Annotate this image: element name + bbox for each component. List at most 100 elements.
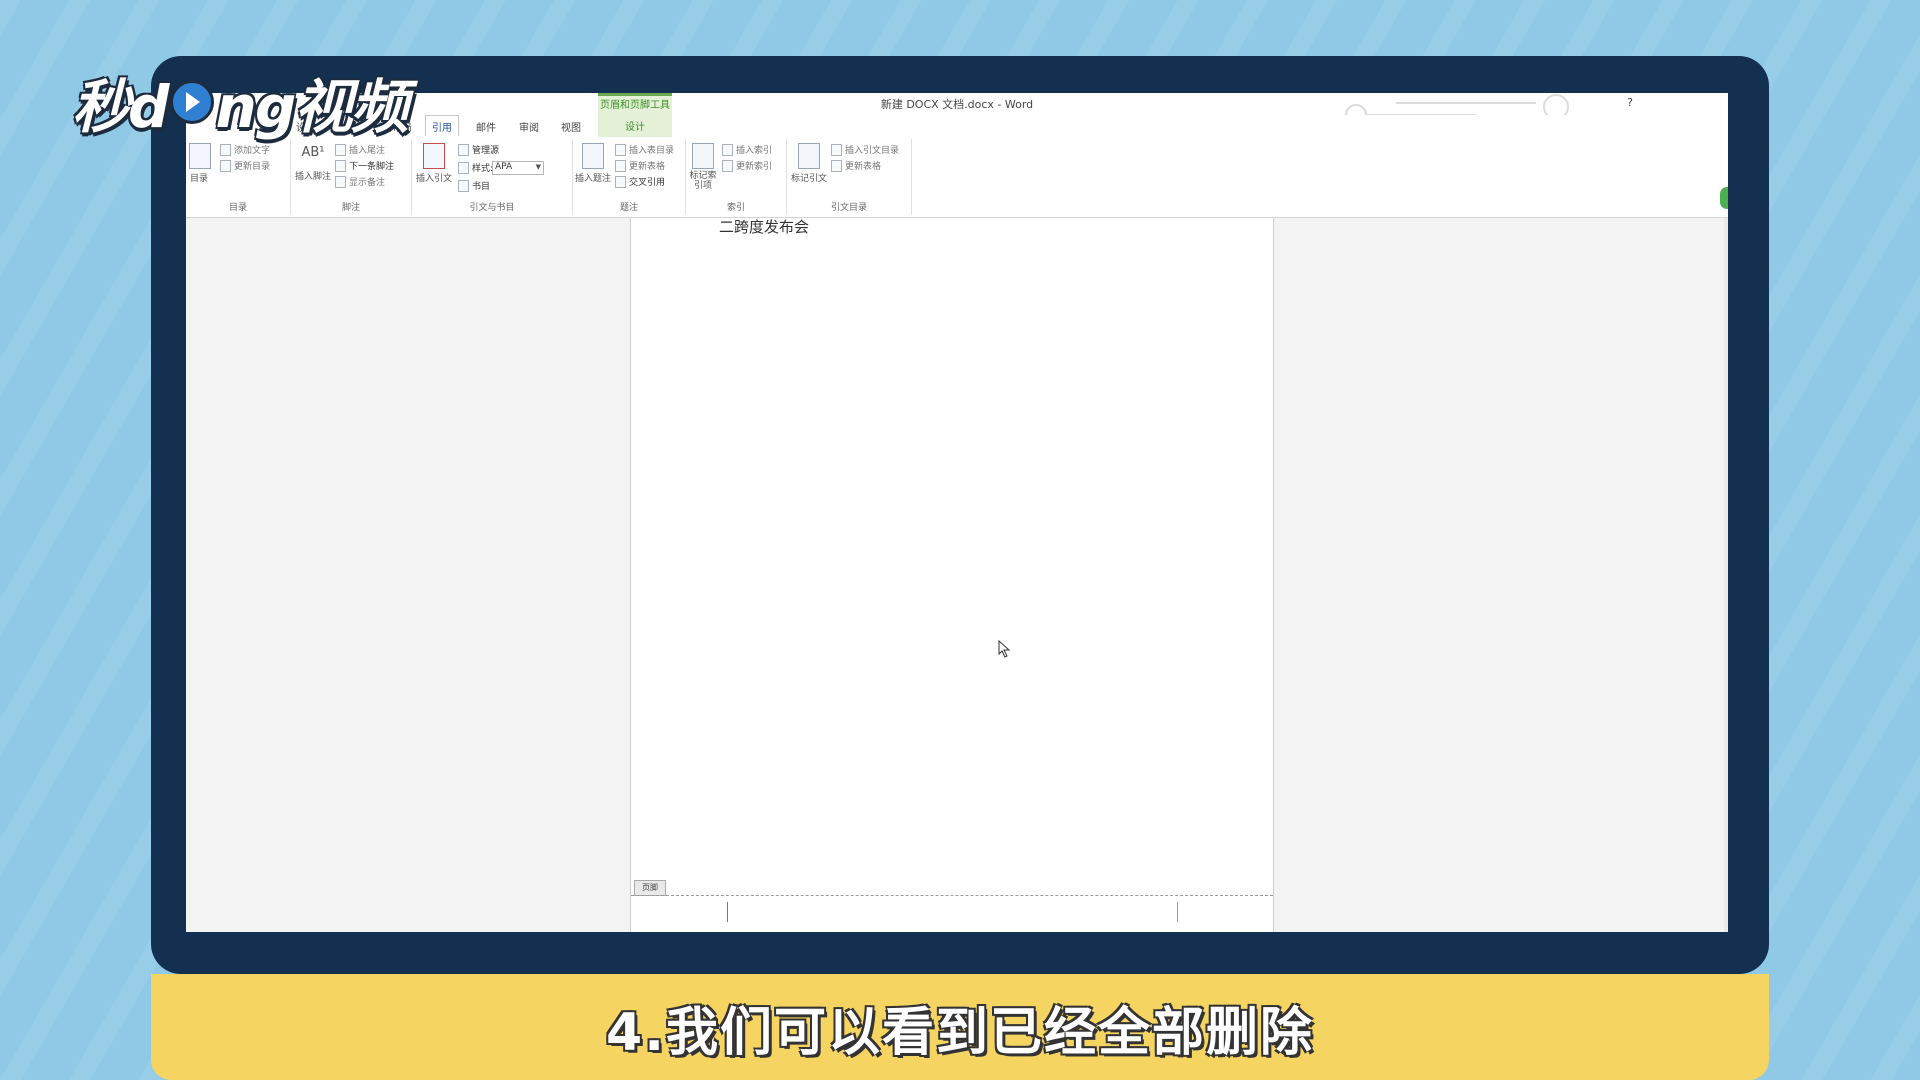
footer-tag: 页脚 (634, 880, 666, 896)
citation-style-select[interactable]: APA ▼ (492, 161, 544, 175)
insert-toa-icon (831, 143, 842, 156)
status-indicator-icon (1720, 187, 1728, 209)
update-table-button[interactable]: 更新表格 (615, 159, 665, 172)
citation-icon (423, 143, 445, 169)
insert-endnote-label: 插入尾注 (349, 146, 386, 156)
bibliography-label: 书目 (472, 182, 491, 192)
insert-toa-label: 插入引文目录 (845, 146, 900, 156)
insert-caption-button[interactable]: 插入题注 (575, 143, 611, 184)
group-label-index: 索引 (726, 203, 745, 213)
update-toa-button[interactable]: 更新表格 (831, 159, 881, 172)
style-label: 样式: (458, 161, 493, 174)
document-area[interactable]: 二跨度发布会 页脚 (186, 218, 1728, 932)
tab-view[interactable]: 视图 (561, 119, 581, 134)
tab-review[interactable]: 审阅 (519, 119, 539, 134)
caption-text: 4.我们可以看到已经全部删除 (606, 1002, 1314, 1063)
insert-index-button[interactable]: 插入索引 (722, 143, 772, 156)
mark-entry-button[interactable]: 标记索引项 (688, 143, 718, 191)
tab-references[interactable]: 引用 (425, 115, 459, 136)
bibliography-icon (458, 179, 469, 192)
insert-table-of-figures-button[interactable]: 插入表目录 (615, 143, 674, 156)
contextual-title: 页眉和页脚工具 (600, 100, 670, 111)
update-table-icon (615, 159, 626, 172)
contextual-tab-group: 页眉和页脚工具 设计 (598, 93, 672, 137)
mark-citation-label: 标记引文 (790, 174, 827, 184)
mark-entry-label: 标记索引项 (689, 171, 717, 191)
group-table-of-authorities: 标记引文 插入引文目录 更新表格 引文目录 (787, 139, 912, 215)
group-index: 标记索引项 插入索引 更新索引 索引 (686, 139, 787, 215)
footer-margin-mark-right (1177, 902, 1178, 922)
group-label-citations: 引文与书目 (469, 203, 515, 213)
mark-citation-button[interactable]: 标记引文 (789, 143, 829, 184)
table-of-figures-icon (615, 143, 626, 156)
add-text-button[interactable]: 添加文字 (220, 143, 270, 156)
show-notes-label: 显示备注 (349, 178, 386, 188)
manage-sources-label: 管理源 (472, 146, 500, 156)
insert-endnote-button[interactable]: 插入尾注 (335, 143, 385, 156)
manage-sources-icon (458, 143, 469, 156)
group-label-toc: 目录 (228, 203, 247, 213)
next-footnote-button[interactable]: 下一条脚注 (335, 159, 394, 172)
group-label-toa: 引文目录 (830, 203, 867, 213)
citation-style-value: APA (495, 162, 513, 172)
next-footnote-label: 下一条脚注 (349, 162, 395, 172)
mark-citation-icon (798, 143, 820, 169)
group-footnotes: AB¹ 插入脚注 插入尾注 下一条脚注 显示备注 脚注 (291, 139, 412, 215)
brand-logo: 秒d ng视频 (72, 62, 409, 142)
group-captions: 插入题注 插入表目录 更新表格 交叉引用 题注 (573, 139, 686, 215)
word-window: 新建 DOCX 文档.docx - Word ? 设计 页面布局 引用 邮件 审… (186, 93, 1728, 932)
tab-header-footer-design[interactable]: 设计 (598, 118, 672, 133)
mark-entry-icon (692, 143, 714, 169)
update-index-label: 更新索引 (736, 162, 773, 172)
insert-index-label: 插入索引 (736, 146, 773, 156)
toc-button-label: 目录 (189, 174, 208, 184)
update-toa-label: 更新表格 (845, 162, 882, 172)
update-toc-button[interactable]: 更新目录 (220, 159, 270, 172)
update-toc-icon (220, 159, 231, 172)
update-index-button[interactable]: 更新索引 (722, 159, 772, 172)
group-toc: 目录 添加文字 更新目录 目录 (186, 139, 291, 215)
update-toa-icon (831, 159, 842, 172)
caption-icon (582, 143, 604, 169)
insert-toa-button[interactable]: 插入引文目录 (831, 143, 899, 156)
cross-reference-button[interactable]: 交叉引用 (615, 175, 665, 188)
logo-text-2: ng视频 (215, 73, 409, 141)
title-bar: 新建 DOCX 文档.docx - Word ? (186, 93, 1728, 126)
tab-mailings[interactable]: 邮件 (476, 119, 496, 134)
cross-reference-label: 交叉引用 (629, 178, 666, 188)
group-label-captions: 题注 (619, 203, 638, 213)
mouse-cursor-icon (998, 640, 1011, 658)
insert-footnote-button[interactable]: AB¹ 插入脚注 (295, 145, 331, 182)
bibliography-button[interactable]: 书目 (458, 179, 490, 192)
ribbon-tabs: 设计 页面布局 引用 邮件 审阅 视图 (186, 115, 1728, 137)
update-index-icon (722, 159, 733, 172)
play-icon (169, 80, 214, 124)
footer-margin-mark-left (727, 902, 728, 922)
toc-button[interactable]: 目录 (189, 143, 211, 184)
update-table-label: 更新表格 (629, 162, 666, 172)
insert-table-of-figures-label: 插入表目录 (629, 146, 675, 156)
caption-bar: 4.我们可以看到已经全部删除 (151, 974, 1769, 1080)
ribbon: 目录 添加文字 更新目录 目录 AB¹ 插入脚注 插入尾注 下一条脚注 显示备注… (186, 137, 1728, 218)
endnote-icon (335, 143, 346, 156)
show-notes-icon (335, 175, 346, 188)
add-text-icon (220, 143, 231, 156)
footer-boundary (631, 895, 1273, 896)
chevron-down-icon: ▼ (535, 163, 541, 171)
footnote-ab-icon: AB¹ (301, 145, 325, 160)
show-notes-button[interactable]: 显示备注 (335, 175, 385, 188)
document-text[interactable]: 二跨度发布会 (719, 216, 809, 237)
vertical-scrollbar[interactable] (1724, 218, 1728, 932)
next-footnote-icon (335, 159, 346, 172)
group-citations: 插入引文 管理源 样式: APA ▼ 书目 引文与书目 (412, 139, 573, 215)
style-icon (458, 161, 469, 174)
group-label-footnotes: 脚注 (341, 203, 360, 213)
logo-text-1: 秒d (72, 73, 170, 141)
update-toc-label: 更新目录 (234, 162, 271, 172)
insert-index-icon (722, 143, 733, 156)
document-page[interactable]: 二跨度发布会 页脚 (630, 218, 1274, 932)
insert-citation-button[interactable]: 插入引文 (414, 143, 454, 184)
style-label-text: 样式: (472, 164, 494, 174)
manage-sources-button[interactable]: 管理源 (458, 143, 499, 156)
insert-caption-label: 插入题注 (575, 174, 612, 184)
